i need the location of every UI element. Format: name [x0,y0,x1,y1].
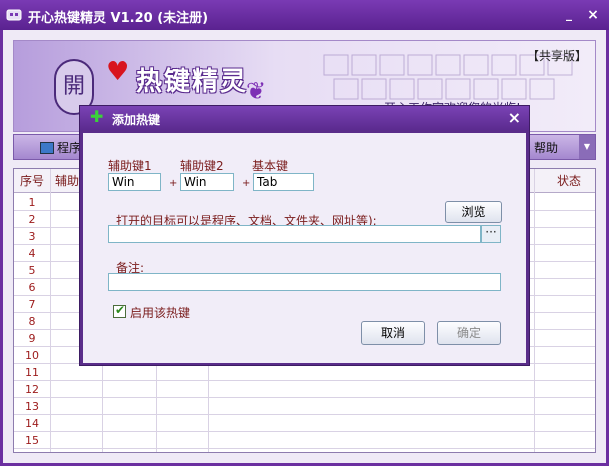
dialog-title-bar[interactable]: ✚ 添加热键 × [80,106,529,130]
note-input[interactable] [108,273,501,291]
browse-button[interactable]: 浏览 [445,201,502,223]
base-key-label: 基本键 [252,159,289,173]
ellipsis-button[interactable]: ··· [481,225,501,243]
modifier1-label: 辅助键1 [108,159,152,173]
modifier1-field[interactable]: Win [108,173,161,191]
modifier2-field[interactable]: Win [180,173,234,191]
plus-icon: ✚ [90,107,104,126]
cancel-button[interactable]: 取消 [361,321,425,345]
dialog-title: 添加热键 [112,113,161,127]
enable-label: 启用该热键 [130,306,191,320]
modifier2-label: 辅助键2 [180,159,224,173]
dialog-overlay: ✚ 添加热键 × 辅助键1 辅助键2 基本键 Win + Win + Tab 打… [0,0,609,466]
plus-sign-2: + [242,178,251,189]
target-input[interactable] [108,225,481,243]
base-key-field[interactable]: Tab [253,173,314,191]
dialog-close-button[interactable]: × [508,108,521,128]
plus-sign-1: + [169,178,178,189]
ok-button[interactable]: 确定 [437,321,501,345]
enable-checkbox[interactable]: ✔ [113,303,126,318]
check-icon: ✔ [115,303,126,317]
dialog-body: 辅助键1 辅助键2 基本键 Win + Win + Tab 打开的目标可以是程序… [83,133,526,363]
add-hotkey-dialog: ✚ 添加热键 × 辅助键1 辅助键2 基本键 Win + Win + Tab 打… [79,105,530,366]
